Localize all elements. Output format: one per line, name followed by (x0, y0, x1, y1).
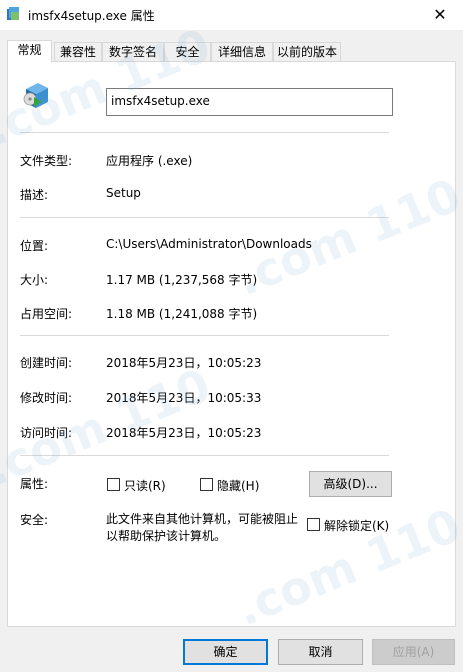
file-type-value: 应用程序 (.exe) (106, 154, 193, 168)
general-panel: imsfx4setup.exe 文件类型: 应用程序 (.exe) 描述: Se… (7, 61, 456, 627)
advanced-button[interactable]: 高级(D)... (309, 471, 392, 497)
attributes-label: 属性: (20, 477, 49, 491)
tab-previous-versions[interactable]: 以前的版本 (273, 42, 341, 62)
executable-icon (7, 7, 19, 20)
security-warning-text: 此文件来自其他计算机，可能被阻止以帮助保护该计算机。 (106, 512, 299, 543)
readonly-label[interactable]: 只读(R) (124, 477, 166, 494)
size-label: 大小: (20, 273, 49, 287)
title-bar: imsfx4setup.exe 属性 ✕ (0, 0, 463, 30)
location-value: C:\Users\Administrator\Downloads (106, 237, 312, 251)
modified-label: 修改时间: (20, 391, 73, 405)
modified-value: 2018年5月23日，10:05:33 (106, 391, 262, 405)
unblock-label[interactable]: 解除锁定(K) (324, 517, 389, 534)
tab-strip: 常规 兼容性 数字签名 安全 详细信息 以前的版本 (7, 40, 456, 63)
tab-details[interactable]: 详细信息 (211, 42, 273, 62)
accessed-label: 访问时间: (20, 426, 73, 440)
description-value: Setup (106, 186, 141, 200)
security-label: 安全: (20, 513, 49, 527)
separator (20, 335, 389, 336)
separator (20, 132, 389, 133)
created-value: 2018年5月23日，10:05:23 (106, 356, 262, 370)
apply-button[interactable]: 应用(A) (372, 639, 455, 665)
tab-security[interactable]: 安全 (164, 42, 211, 62)
file-type-label: 文件类型: (20, 154, 73, 168)
size-on-disk-value: 1.18 MB (1,241,088 字节) (106, 307, 258, 321)
tab-general[interactable]: 常规 (7, 40, 52, 63)
accessed-value: 2018年5月23日，10:05:23 (106, 426, 262, 440)
installer-box-icon (23, 83, 48, 108)
tab-digital-signature[interactable]: 数字签名 (102, 42, 164, 62)
unblock-checkbox[interactable] (307, 518, 320, 531)
window-title: imsfx4setup.exe 属性 (28, 9, 155, 23)
tab-compatibility[interactable]: 兼容性 (54, 42, 102, 62)
ok-button[interactable]: 确定 (183, 639, 268, 665)
size-value: 1.17 MB (1,237,568 字节) (106, 273, 258, 287)
cancel-button[interactable]: 取消 (278, 639, 363, 665)
hidden-checkbox[interactable] (200, 478, 213, 491)
separator (20, 455, 389, 456)
file-name-field[interactable]: imsfx4setup.exe (106, 88, 393, 116)
location-label: 位置: (20, 239, 49, 253)
separator (20, 217, 389, 218)
close-button[interactable]: ✕ (417, 0, 463, 30)
close-icon: ✕ (433, 5, 447, 24)
created-label: 创建时间: (20, 356, 73, 370)
size-on-disk-label: 占用空间: (20, 307, 73, 321)
description-label: 描述: (20, 188, 49, 202)
hidden-label[interactable]: 隐藏(H) (217, 477, 259, 494)
readonly-checkbox[interactable] (107, 478, 120, 491)
